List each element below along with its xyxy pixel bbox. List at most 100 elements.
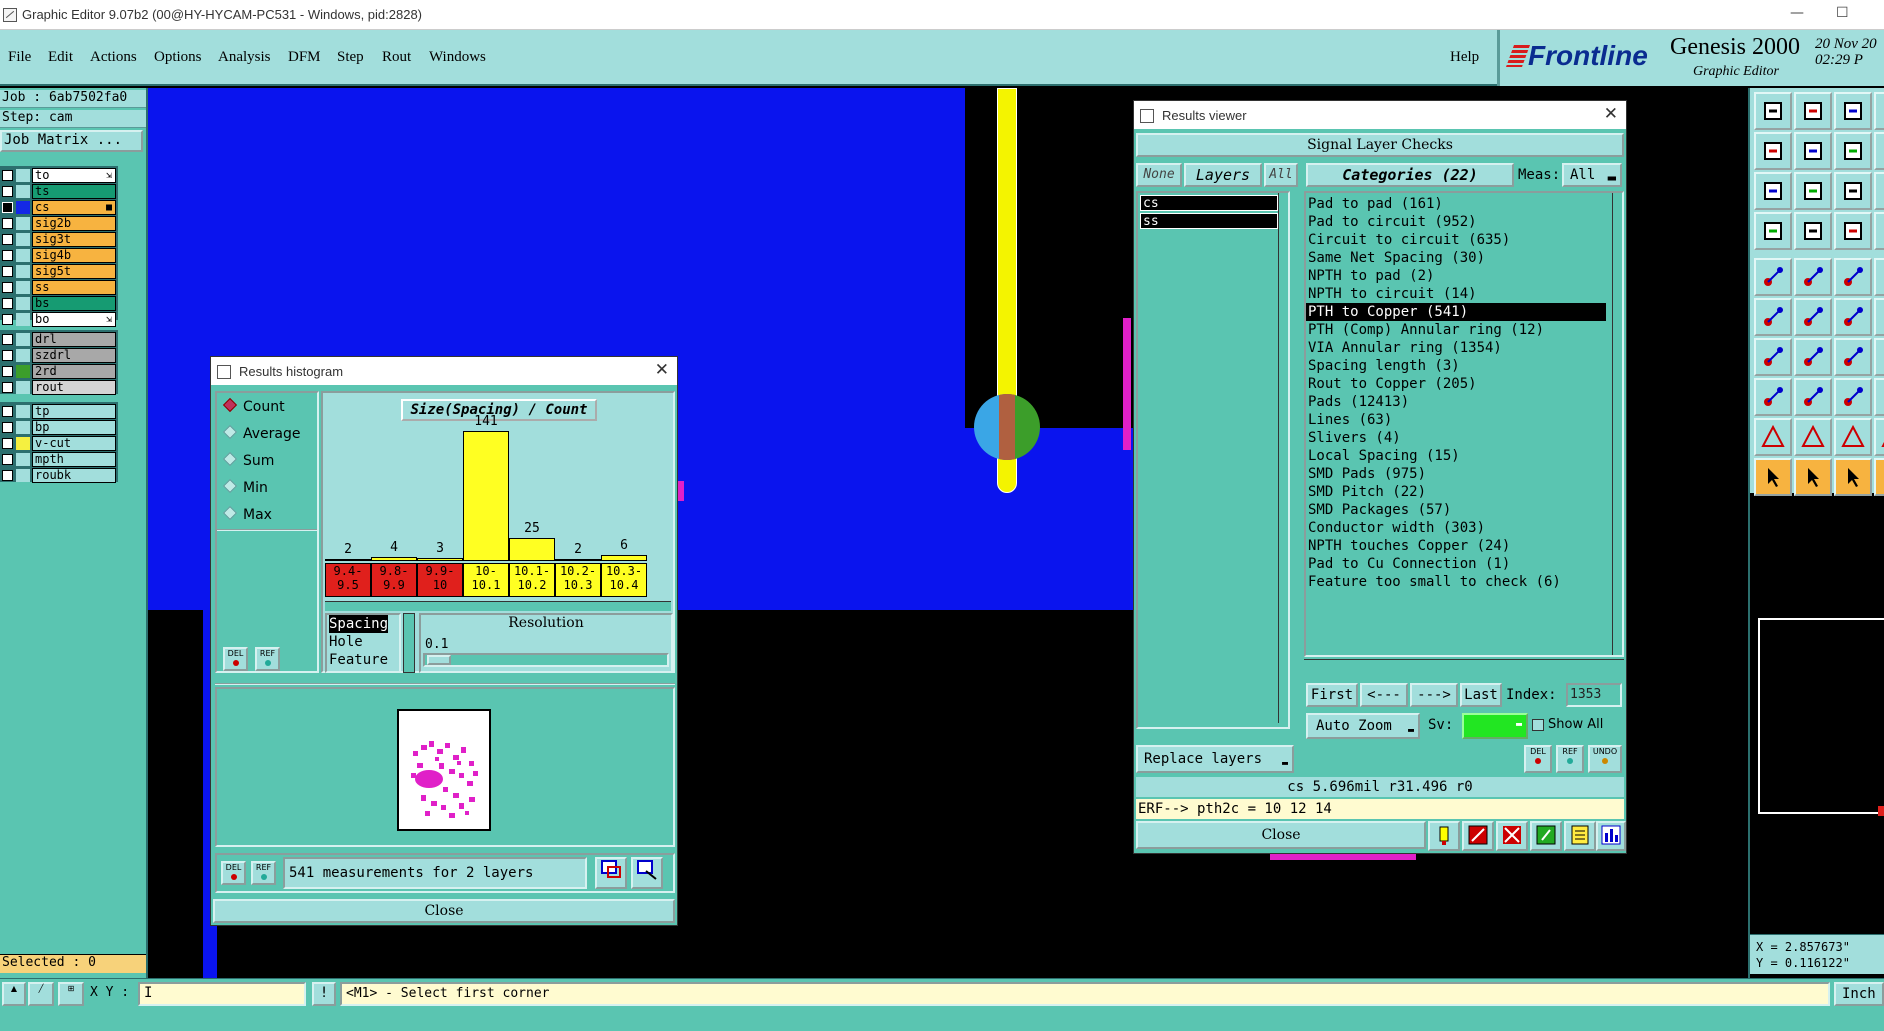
all-button[interactable]: All	[1264, 163, 1298, 187]
layer-color-swatch[interactable]	[16, 233, 30, 246]
bar-category-label[interactable]: 10.3- 10.4	[601, 563, 647, 597]
snap-icon[interactable]	[1874, 378, 1884, 416]
layer-checkbox[interactable]	[2, 470, 13, 481]
layer-checkbox[interactable]	[2, 382, 13, 393]
histogram-bar[interactable]	[325, 559, 371, 561]
category-item[interactable]: Feature too small to check (6)	[1306, 573, 1606, 591]
layer-name[interactable]: bo	[32, 312, 116, 327]
layer-name[interactable]: to	[32, 168, 116, 183]
layer-color-swatch[interactable]	[16, 185, 30, 198]
select-arrow-icon[interactable]	[1754, 458, 1792, 496]
category-item[interactable]: Pad to pad (161)	[1306, 195, 1606, 213]
mode-min[interactable]: Min	[222, 478, 268, 496]
layer-row-drl[interactable]: drl	[0, 332, 116, 347]
layer-checkbox[interactable]	[2, 298, 13, 309]
number-icon[interactable]	[1530, 821, 1562, 851]
layer-checkbox[interactable]	[2, 366, 13, 377]
menu-windows[interactable]: Windows	[429, 49, 486, 66]
measure-type-list[interactable]: Spacing Hole Feature	[325, 613, 401, 673]
sv-color-dropdown[interactable]: ▬	[1462, 713, 1528, 739]
pad-icon[interactable]	[1754, 258, 1792, 296]
route-icon[interactable]	[1874, 298, 1884, 336]
layers-button[interactable]: Layers	[1184, 163, 1262, 187]
layer-color-swatch[interactable]	[16, 281, 30, 294]
job-matrix-button[interactable]: Job Matrix ...	[0, 130, 143, 152]
layer-list[interactable]: cs ss	[1136, 191, 1290, 729]
results-close-button[interactable]: Close	[1136, 821, 1426, 849]
layer-color-swatch[interactable]	[16, 169, 30, 182]
last-button[interactable]: Last	[1460, 683, 1502, 707]
category-item[interactable]: SMD Pitch (22)	[1306, 483, 1606, 501]
category-item[interactable]: Slivers (4)	[1306, 429, 1606, 447]
line-icon[interactable]	[1754, 338, 1792, 376]
layer-checkbox[interactable]	[2, 266, 13, 277]
step-icon[interactable]	[1874, 172, 1884, 210]
text-triangle-icon[interactable]	[1794, 418, 1832, 456]
pan-icon[interactable]	[1794, 172, 1832, 210]
none-button[interactable]: None	[1136, 163, 1182, 187]
histogram-bar[interactable]	[417, 558, 463, 561]
chart-scrollbar[interactable]	[325, 601, 671, 611]
del-button[interactable]: DEL	[223, 647, 248, 671]
category-item[interactable]: VIA Annular ring (1354)	[1306, 339, 1606, 357]
layer-color-swatch[interactable]	[16, 217, 30, 230]
category-list-scrollbar[interactable]	[1612, 193, 1622, 655]
bar-chart-icon[interactable]	[1596, 821, 1626, 851]
layer-row-szdrl[interactable]: szdrl	[0, 348, 116, 363]
layer-name[interactable]: ts	[32, 184, 116, 199]
category-item[interactable]: Lines (63)	[1306, 411, 1606, 429]
select-layers-icon[interactable]	[1834, 212, 1872, 250]
bar-category-label[interactable]: 9.4- 9.5	[325, 563, 371, 597]
layer-checkbox[interactable]	[2, 170, 13, 181]
layer-color-swatch[interactable]	[16, 453, 30, 466]
category-item[interactable]: Pads (12413)	[1306, 393, 1606, 411]
delete-marks-icon[interactable]	[1496, 821, 1528, 851]
radio-icon[interactable]	[222, 505, 238, 521]
menu-help[interactable]: Help	[1450, 49, 1479, 66]
menu-rout[interactable]: Rout	[382, 49, 411, 66]
layer-name[interactable]: bs	[32, 296, 116, 311]
print-icon[interactable]	[631, 857, 663, 889]
mode-average[interactable]: Average	[222, 424, 301, 442]
category-item[interactable]: PTH to Copper (541)	[1306, 303, 1606, 321]
histogram-bar[interactable]	[555, 559, 601, 561]
move-left-icon[interactable]	[1754, 132, 1792, 170]
layer-name[interactable]: 2rd	[32, 364, 116, 379]
layer-row-bo[interactable]: bo ⇲	[0, 312, 116, 327]
layer-color-swatch[interactable]	[16, 421, 30, 434]
bar-category-label[interactable]: 9.9- 10	[417, 563, 463, 597]
layer-color-swatch[interactable]	[16, 297, 30, 310]
layer-checkbox[interactable]	[2, 234, 13, 245]
mode-sum[interactable]: Sum	[222, 451, 274, 469]
layer-checkbox[interactable]	[2, 202, 13, 213]
layer-checkbox[interactable]	[2, 186, 13, 197]
category-list[interactable]: Pad to pad (161) Pad to circuit (952) Circ…	[1304, 191, 1624, 657]
layer-row-to[interactable]: to ⇲	[0, 168, 116, 183]
layer-color-swatch[interactable]	[16, 201, 30, 214]
category-item[interactable]: Conductor width (303)	[1306, 519, 1606, 537]
category-item[interactable]: Same Net Spacing (30)	[1306, 249, 1606, 267]
category-item[interactable]: Local Spacing (15)	[1306, 447, 1606, 465]
measure-icon[interactable]	[1794, 378, 1832, 416]
radio-icon[interactable]	[222, 424, 238, 440]
category-item[interactable]: PTH (Comp) Annular ring (12)	[1306, 321, 1606, 339]
auto-zoom-dropdown[interactable]: Auto Zoom ▬	[1306, 713, 1420, 739]
cursor-icon[interactable]	[1874, 212, 1884, 250]
rotate-icon[interactable]	[1834, 338, 1872, 376]
category-item[interactable]: NPTH touches Copper (24)	[1306, 537, 1606, 555]
layer-row-mpth[interactable]: mpth	[0, 452, 116, 467]
histogram-bar[interactable]	[463, 431, 509, 561]
add-pad-icon[interactable]	[1754, 378, 1792, 416]
layer-row-sig2b[interactable]: sig2b	[0, 216, 116, 231]
category-item[interactable]: NPTH to pad (2)	[1306, 267, 1606, 285]
layer-color-swatch[interactable]	[16, 333, 30, 346]
select-area-icon[interactable]	[1794, 458, 1832, 496]
dimension-icon[interactable]	[1834, 378, 1872, 416]
curve-icon[interactable]	[1874, 338, 1884, 376]
bar-category-label[interactable]: 10.1- 10.2	[509, 563, 555, 597]
link-icon[interactable]	[1834, 298, 1872, 336]
type-hole[interactable]: Hole	[329, 633, 399, 651]
meas-dropdown[interactable]: All ▬	[1562, 163, 1622, 187]
triangle-icon[interactable]	[1754, 418, 1792, 456]
arc-icon[interactable]	[1794, 338, 1832, 376]
